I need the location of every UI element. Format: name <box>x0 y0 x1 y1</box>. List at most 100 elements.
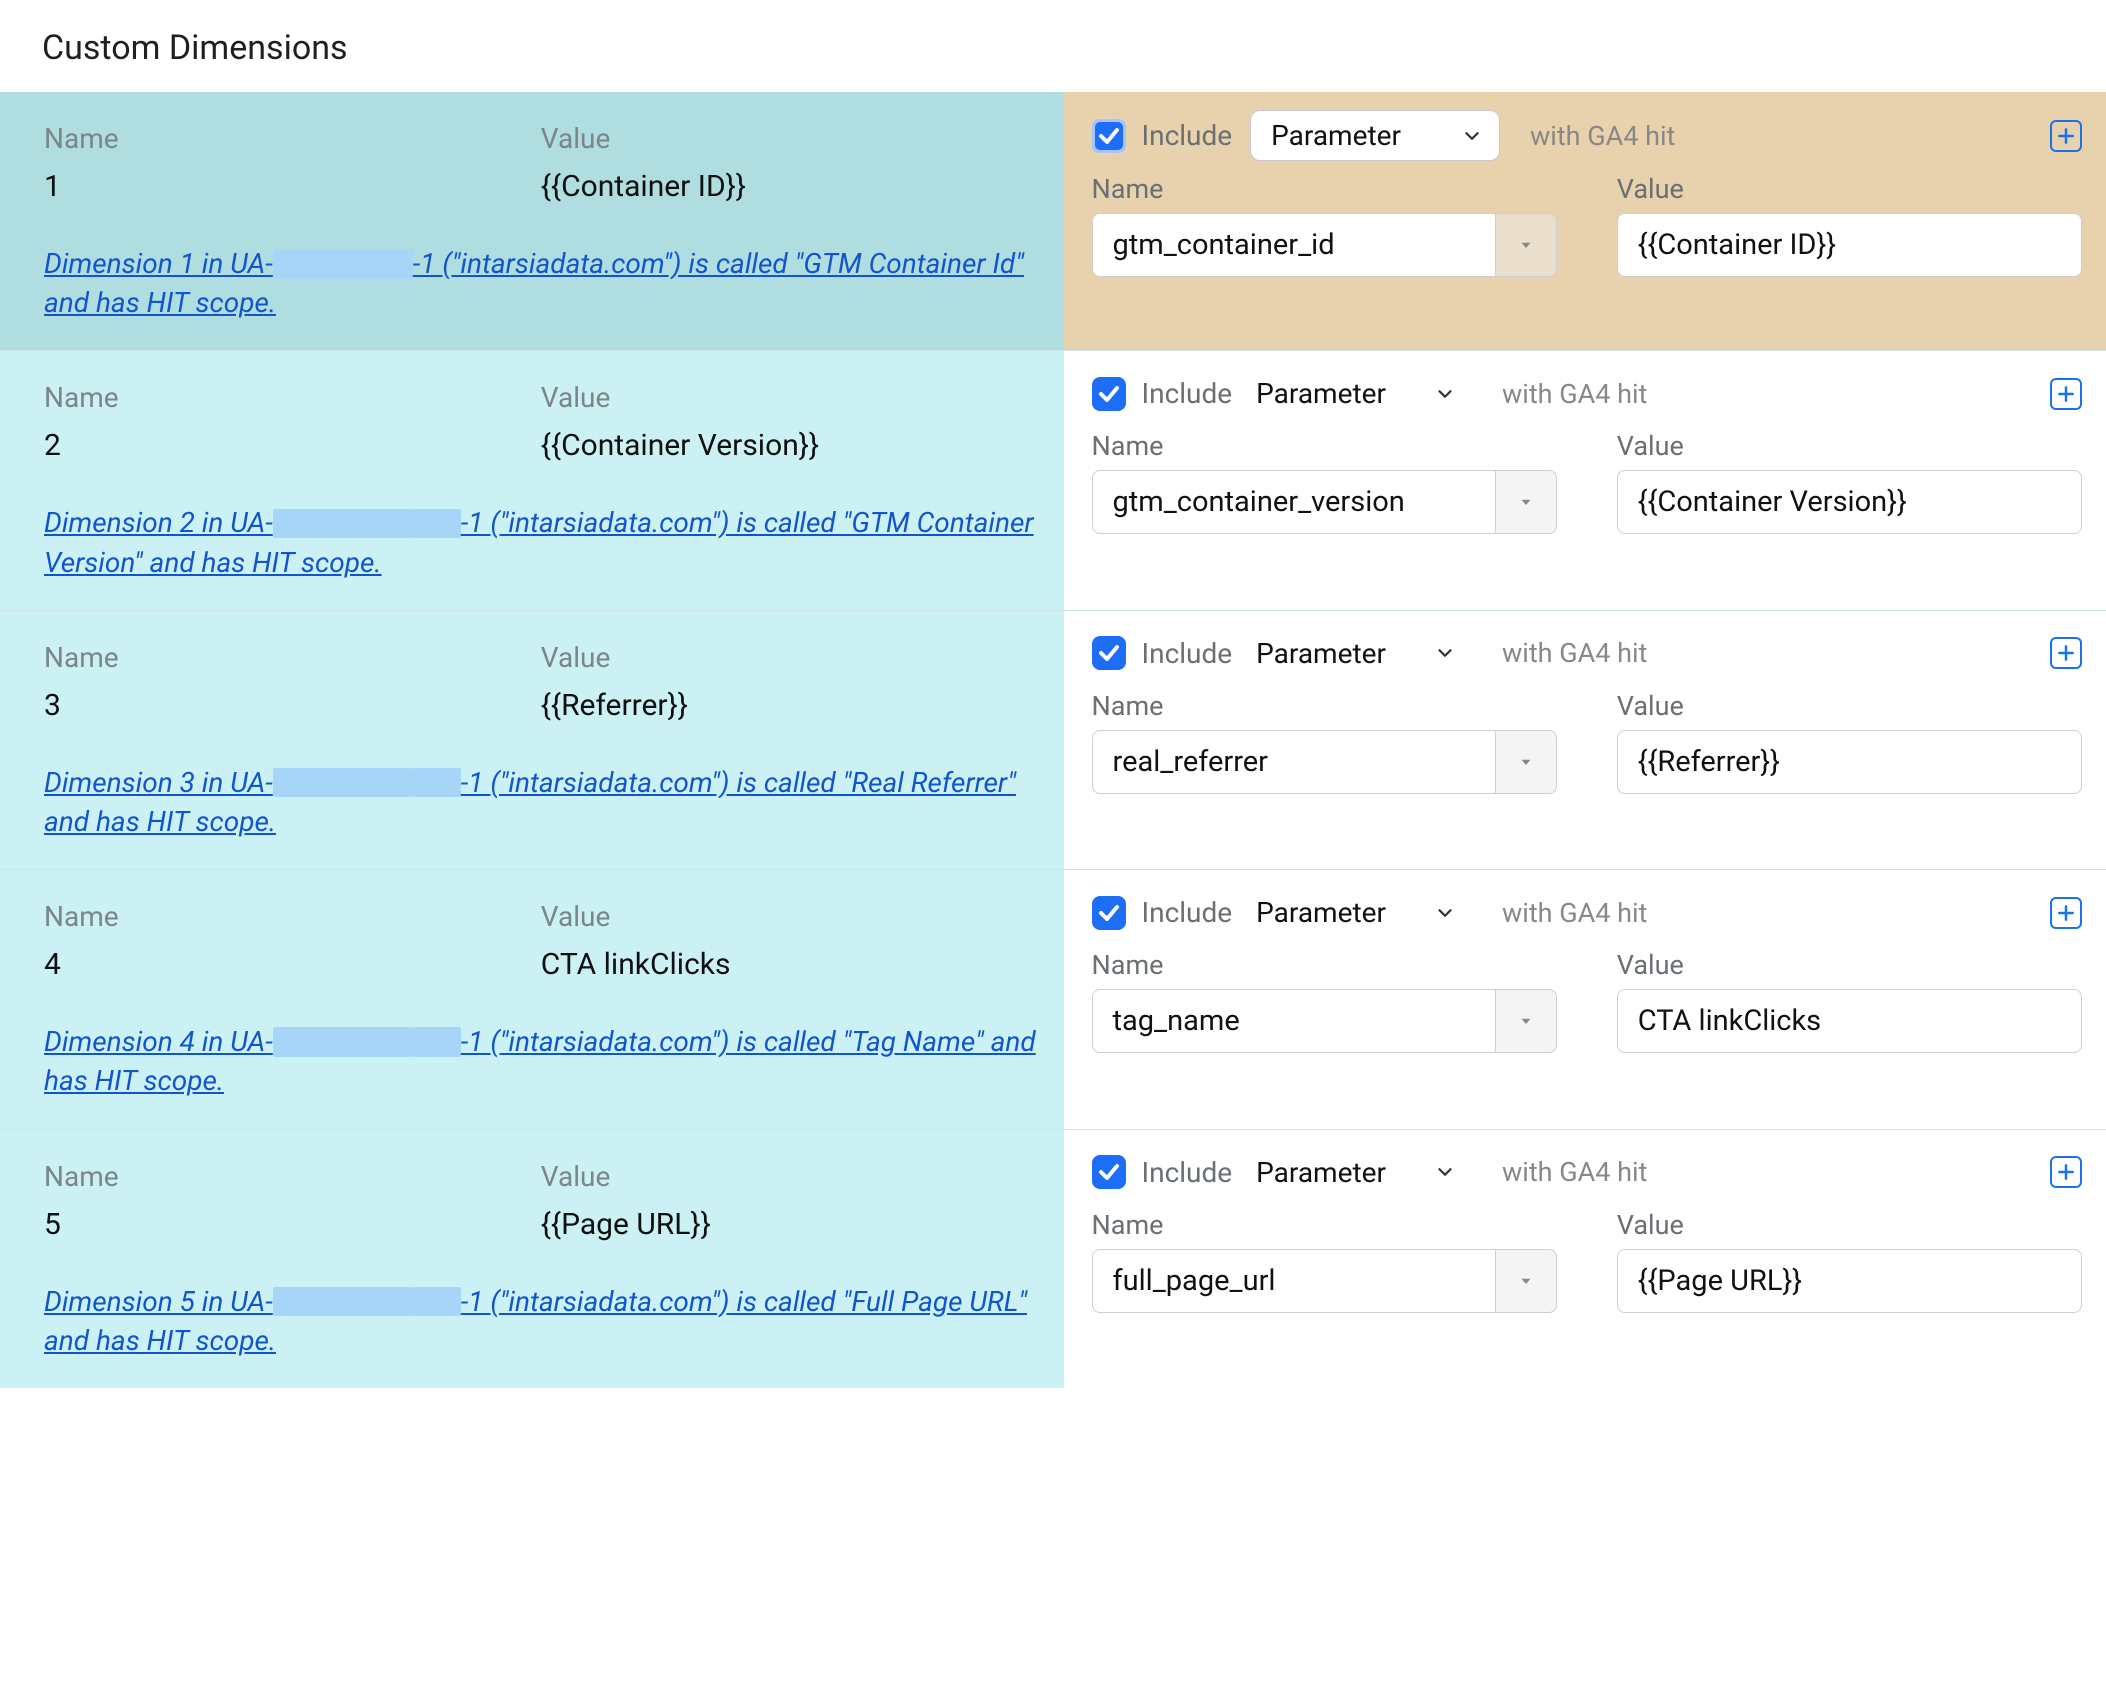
with-hit-label: with GA4 hit <box>1502 1156 1647 1188</box>
include-checkbox[interactable] <box>1092 636 1126 670</box>
name-label: Name <box>44 900 541 933</box>
redacted-text <box>273 1027 413 1056</box>
value-label: Value <box>541 381 1038 414</box>
chevron-down-icon <box>1434 383 1456 405</box>
include-label: Include <box>1142 1156 1233 1189</box>
type-select[interactable]: Parameter <box>1250 369 1472 418</box>
with-hit-label: with GA4 hit <box>1502 637 1647 669</box>
type-select[interactable]: Parameter <box>1250 629 1472 678</box>
dimension-note: Dimension 4 in UA--1 ("intarsiadata.com"… <box>44 1022 1038 1100</box>
add-button[interactable] <box>2050 1156 2082 1188</box>
param-name-dropdown-button[interactable] <box>1495 730 1557 794</box>
param-name-input[interactable]: tag_name <box>1092 989 1495 1053</box>
type-select-value: Parameter <box>1256 896 1386 929</box>
caret-down-icon <box>1517 753 1535 771</box>
include-label: Include <box>1142 896 1233 929</box>
with-hit-label: with GA4 hit <box>1502 378 1647 410</box>
chevron-down-icon <box>1434 902 1456 924</box>
ga4-panel: Include Parameter with GA4 hit Name real… <box>1064 611 2106 869</box>
value-label: Value <box>541 1160 1038 1193</box>
dimension-row: Name 5 Value {{Page URL}} Dimension 5 in… <box>0 1129 2106 1388</box>
dimension-note: Dimension 2 in UA--1 ("intarsiadata.com"… <box>44 503 1038 581</box>
include-checkbox[interactable] <box>1092 896 1126 930</box>
name-label: Name <box>1092 430 1557 462</box>
param-name-dropdown-button[interactable] <box>1495 213 1557 277</box>
type-select-value: Parameter <box>1256 377 1386 410</box>
dimension-row: Name 2 Value {{Container Version}} Dimen… <box>0 350 2106 609</box>
include-label: Include <box>1142 637 1233 670</box>
name-label: Name <box>44 122 541 155</box>
param-value-input[interactable]: {{Referrer}} <box>1617 730 2082 794</box>
name-label: Name <box>44 641 541 674</box>
param-value-input[interactable]: {{Container Version}} <box>1617 470 2082 534</box>
dimension-note: Dimension 1 in UA--1 ("intarsiadata.com"… <box>44 244 1038 322</box>
dimension-index: 3 <box>44 688 541 723</box>
redacted-text <box>273 768 413 797</box>
value-label: Value <box>1617 430 2082 462</box>
param-name-input[interactable]: gtm_container_version <box>1092 470 1495 534</box>
dimension-row: Name 3 Value {{Referrer}} Dimension 3 in… <box>0 610 2106 869</box>
name-label: Name <box>44 381 541 414</box>
name-label: Name <box>1092 1209 1557 1241</box>
caret-down-icon <box>1517 1272 1535 1290</box>
value-label: Value <box>1617 690 2082 722</box>
include-checkbox[interactable] <box>1092 119 1126 153</box>
redacted-text <box>273 249 413 278</box>
include-label: Include <box>1142 119 1233 152</box>
type-select[interactable]: Parameter <box>1250 110 1500 161</box>
add-button[interactable] <box>2050 378 2082 410</box>
type-select-value: Parameter <box>1256 1156 1386 1189</box>
param-name-input[interactable]: gtm_container_id <box>1092 213 1495 277</box>
dimension-note: Dimension 5 in UA--1 ("intarsiadata.com"… <box>44 1282 1038 1360</box>
redacted-text <box>413 1027 461 1056</box>
param-name-dropdown-button[interactable] <box>1495 1249 1557 1313</box>
param-value-input[interactable]: {{Page URL}} <box>1617 1249 2082 1313</box>
type-select[interactable]: Parameter <box>1250 1148 1472 1197</box>
param-name-input[interactable]: real_referrer <box>1092 730 1495 794</box>
redacted-text <box>413 1287 461 1316</box>
chevron-down-icon <box>1461 125 1483 147</box>
dimension-row: Name 1 Value {{Container ID}} Dimension … <box>0 92 2106 350</box>
param-name-dropdown-button[interactable] <box>1495 470 1557 534</box>
param-name-input[interactable]: full_page_url <box>1092 1249 1495 1313</box>
chevron-down-icon <box>1434 642 1456 664</box>
include-checkbox[interactable] <box>1092 1155 1126 1189</box>
dimension-note-link[interactable]: Dimension 2 in UA--1 ("intarsiadata.com"… <box>44 506 1034 578</box>
dimension-note: Dimension 3 in UA--1 ("intarsiadata.com"… <box>44 763 1038 841</box>
include-label: Include <box>1142 377 1233 410</box>
dimension-index: 5 <box>44 1207 541 1242</box>
add-button[interactable] <box>2050 897 2082 929</box>
name-label: Name <box>1092 173 1557 205</box>
type-select[interactable]: Parameter <box>1250 888 1472 937</box>
dimension-note-link[interactable]: Dimension 1 in UA--1 ("intarsiadata.com"… <box>44 247 1024 319</box>
param-name-dropdown-button[interactable] <box>1495 989 1557 1053</box>
redacted-text <box>413 509 461 538</box>
include-checkbox[interactable] <box>1092 377 1126 411</box>
param-value-input[interactable]: CTA linkClicks <box>1617 989 2082 1053</box>
param-value-input[interactable]: {{Container ID}} <box>1617 213 2082 277</box>
caret-down-icon <box>1517 1012 1535 1030</box>
name-label: Name <box>1092 690 1557 722</box>
caret-down-icon <box>1517 236 1535 254</box>
dimension-note-link[interactable]: Dimension 4 in UA--1 ("intarsiadata.com"… <box>44 1025 1036 1097</box>
redacted-text <box>273 509 413 538</box>
ga4-panel: Include Parameter with GA4 hit Name gtm_… <box>1064 351 2106 609</box>
ga4-panel: Include Parameter with GA4 hit Name full… <box>1064 1130 2106 1388</box>
value-label: Value <box>1617 173 2082 205</box>
value-label: Value <box>541 122 1038 155</box>
with-hit-label: with GA4 hit <box>1530 120 1675 152</box>
dimension-value: {{Page URL}} <box>541 1207 1038 1242</box>
ga4-panel: Include Parameter with GA4 hit Name tag_… <box>1064 870 2106 1128</box>
name-label: Name <box>44 1160 541 1193</box>
value-label: Value <box>541 900 1038 933</box>
dimension-note-link[interactable]: Dimension 5 in UA--1 ("intarsiadata.com"… <box>44 1285 1027 1357</box>
type-select-value: Parameter <box>1271 119 1401 152</box>
dimension-index: 4 <box>44 947 541 982</box>
dimension-value: {{Container Version}} <box>541 428 1038 463</box>
dimension-note-link[interactable]: Dimension 3 in UA--1 ("intarsiadata.com"… <box>44 766 1016 838</box>
dimension-index: 1 <box>44 169 541 204</box>
add-button[interactable] <box>2050 637 2082 669</box>
ua-panel: Name 2 Value {{Container Version}} Dimen… <box>0 351 1064 609</box>
add-button[interactable] <box>2050 120 2082 152</box>
caret-down-icon <box>1517 493 1535 511</box>
